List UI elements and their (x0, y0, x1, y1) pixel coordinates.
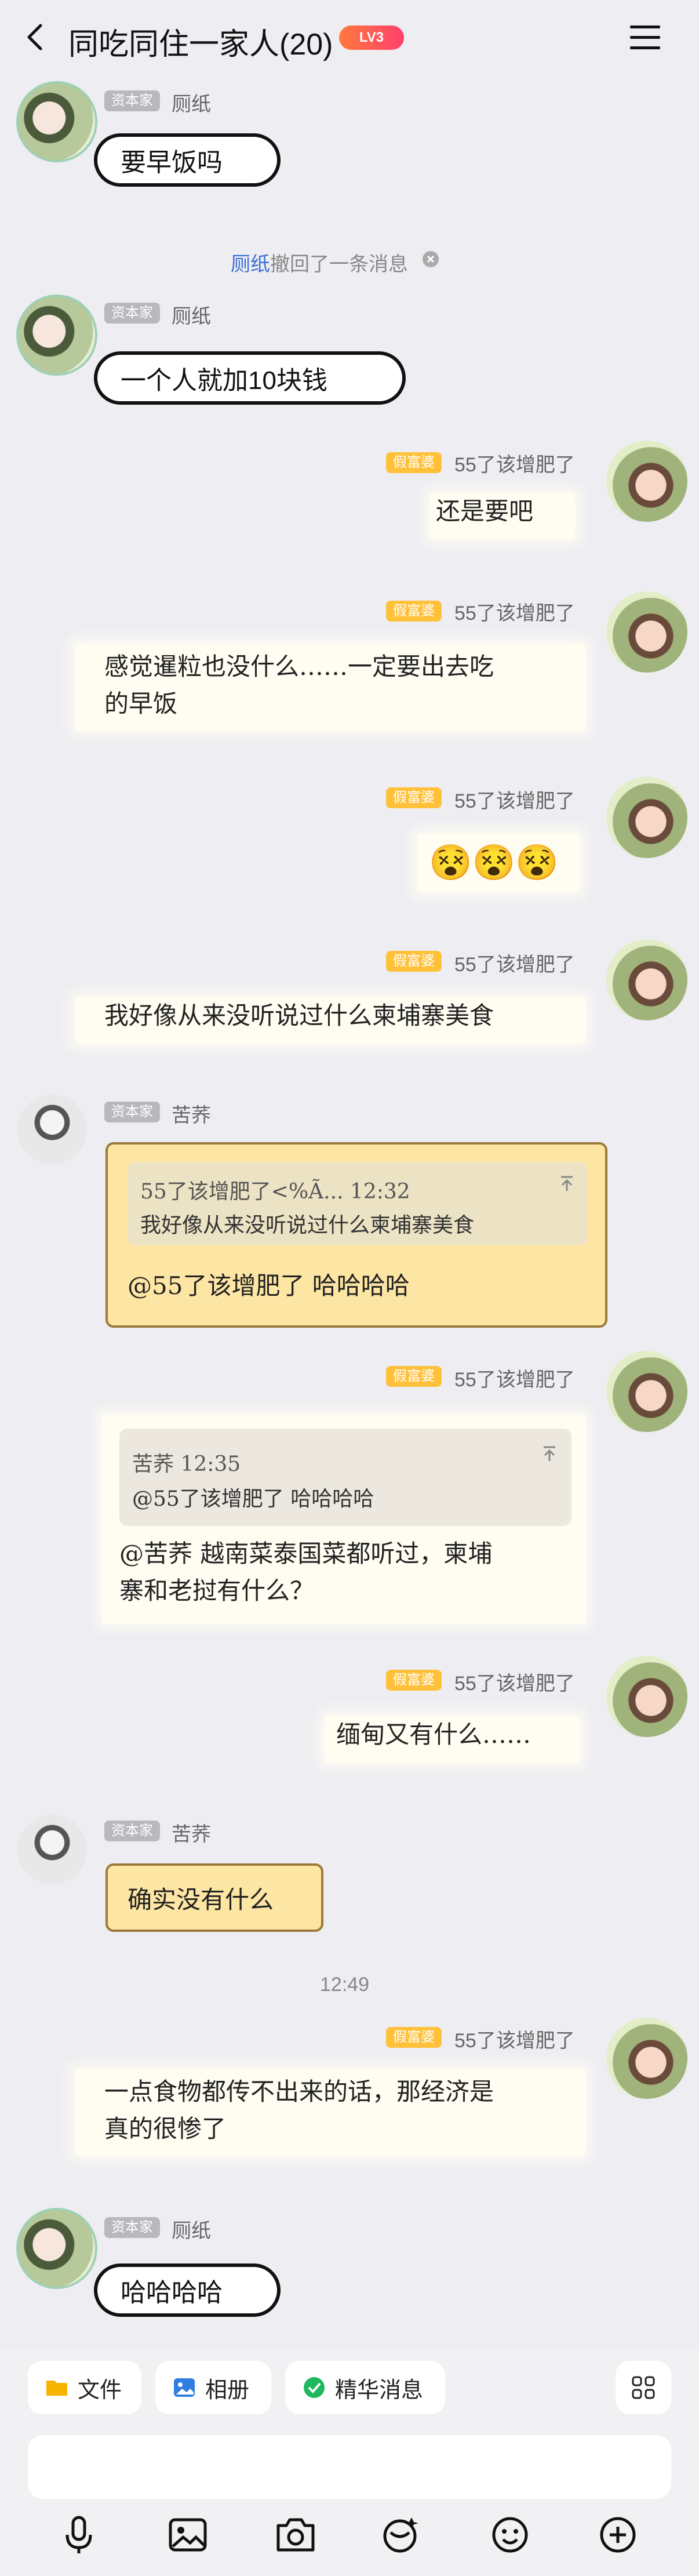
message-bubble[interactable]: 缅甸又有什么…… (325, 1716, 580, 1763)
sender-name: 55了该增肥了 (454, 954, 575, 976)
avatar[interactable] (16, 81, 97, 162)
sender-name: 厕纸 (172, 306, 211, 328)
message-text: 一点食物都传不出来的话，那经济是 (104, 2077, 494, 2106)
avatar[interactable] (606, 441, 687, 522)
message-bubble[interactable]: 😵😵😵 (417, 834, 580, 892)
plus-icon[interactable] (595, 2512, 641, 2558)
rank-badge: 资本家 (104, 1821, 160, 1841)
rank-badge: 资本家 (104, 2217, 160, 2238)
album-label: 相册 (205, 2378, 250, 2403)
essence-label: 精华消息 (335, 2378, 424, 2403)
message-bubble[interactable]: 要早饭吗 (94, 133, 281, 187)
time-separator: 12:49 (320, 1974, 370, 1996)
avatar[interactable] (16, 295, 97, 376)
reply-quote[interactable]: 55了该增肥了<%Ã... 12:32 我好像从来没听说过什么柬埔寨美食 (128, 1162, 588, 1245)
message-text: 确实没有什么 (128, 1885, 274, 1914)
recall-name[interactable]: 厕纸 (231, 253, 270, 275)
message-text: 还是要吧 (436, 497, 534, 525)
message-text: @苦荞 越南菜泰国菜都听过，柬埔 (119, 1539, 493, 1568)
grid-icon (632, 2376, 655, 2399)
group-title[interactable]: 同吃同住一家人(20) (68, 20, 333, 63)
message-bubble[interactable]: 苦荞 12:35 @55了该增肥了 哈哈哈哈 @苦荞 越南菜泰国菜都听过，柬埔 … (102, 1415, 585, 1623)
rank-badge: 资本家 (104, 1102, 160, 1122)
message-text: 寨和老挝有什么？ (119, 1576, 315, 1605)
image-icon (174, 2378, 195, 2397)
avatar[interactable] (606, 2018, 687, 2099)
message-text: 真的很惨了 (104, 2114, 227, 2143)
rank-badge: 假富婆 (386, 787, 442, 808)
group-level-badge: LV3 (339, 26, 404, 50)
sender-name: 厕纸 (172, 2220, 211, 2242)
file-label: 文件 (78, 2378, 122, 2403)
sender-name: 厕纸 (172, 93, 211, 115)
recall-notice: 厕纸撤回了一条消息 (231, 248, 408, 277)
picture-icon[interactable] (165, 2512, 211, 2558)
back-arrow-icon[interactable] (21, 21, 53, 53)
rank-badge: 假富婆 (386, 2027, 442, 2048)
avatar[interactable] (17, 1095, 87, 1164)
avatar[interactable] (17, 1815, 87, 1884)
recall-text: 撤回了一条消息 (270, 253, 408, 275)
reply-quote[interactable]: 苦荞 12:35 @55了该增肥了 哈哈哈哈 (119, 1429, 571, 1526)
more-apps-button[interactable] (616, 2361, 671, 2414)
menu-icon[interactable] (629, 23, 661, 52)
essence-icon (304, 2377, 325, 2398)
sender-name: 55了该增肥了 (454, 790, 575, 812)
jump-to-icon[interactable] (540, 1445, 559, 1463)
message-text: 的早饭 (104, 689, 178, 718)
sender-name: 苦荞 (172, 1823, 211, 1845)
quote-header: 苦荞 12:35 (132, 1452, 241, 1476)
folder-icon (46, 2381, 67, 2396)
message-text: 哈哈哈哈 (121, 2279, 223, 2307)
album-button[interactable]: 相册 (155, 2361, 271, 2414)
rank-badge: 假富婆 (386, 1670, 442, 1691)
message-text: 要早饭吗 (121, 148, 223, 177)
rank-badge: 资本家 (104, 90, 160, 111)
rank-badge: 假富婆 (386, 1366, 442, 1387)
file-button[interactable]: 文件 (28, 2361, 141, 2414)
close-icon[interactable] (422, 250, 439, 268)
message-text: 一个人就加10块钱 (121, 366, 327, 395)
sender-name: 55了该增肥了 (454, 1369, 575, 1391)
rank-badge: 假富婆 (386, 452, 442, 473)
avatar[interactable] (606, 1351, 687, 1432)
avatar[interactable] (606, 591, 687, 673)
message-bubble[interactable]: 55了该增肥了<%Ã... 12:32 我好像从来没听说过什么柬埔寨美食 @55… (105, 1142, 607, 1328)
message-text: 我好像从来没听说过什么柬埔寨美食 (104, 1001, 494, 1030)
essence-button[interactable]: 精华消息 (285, 2361, 445, 2414)
message-bubble[interactable]: 感觉暹粒也没什么……一定要出去吃 的早饭 (75, 644, 585, 731)
message-emoji: 😵😵😵 (429, 842, 559, 883)
avatar[interactable] (606, 939, 687, 1020)
message-text: 缅甸又有什么…… (336, 1720, 531, 1749)
sender-name: 55了该增肥了 (454, 602, 575, 624)
quote-header: 55了该增肥了<%Ã... 12:32 (140, 1180, 410, 1204)
microphone-icon[interactable] (56, 2512, 102, 2558)
message-bubble[interactable]: 我好像从来没听说过什么柬埔寨美食 (75, 997, 585, 1044)
rank-badge: 假富婆 (386, 601, 442, 622)
sender-name: 55了该增肥了 (454, 454, 575, 476)
rank-badge: 资本家 (104, 303, 160, 324)
message-bubble[interactable]: 一个人就加10块钱 (94, 351, 406, 405)
sender-name: 55了该增肥了 (454, 2030, 575, 2052)
sender-name: 苦荞 (172, 1104, 211, 1127)
jump-to-icon[interactable] (558, 1175, 576, 1193)
avatar[interactable] (16, 2208, 97, 2289)
message-bubble[interactable]: 还是要吧 (430, 493, 575, 539)
message-bubble[interactable]: 一点食物都传不出来的话，那经济是 真的很惨了 (75, 2069, 585, 2156)
message-text: @55了该增肥了 哈哈哈哈 (128, 1271, 410, 1300)
avatar[interactable] (606, 1656, 687, 1737)
emoji-icon[interactable] (487, 2512, 533, 2558)
quote-text: 我好像从来没听说过什么柬埔寨美食 (140, 1213, 475, 1237)
message-text: 感觉暹粒也没什么……一定要出去吃 (104, 652, 494, 681)
message-bubble[interactable]: 确实没有什么 (105, 1863, 323, 1932)
message-bubble[interactable]: 哈哈哈哈 (94, 2263, 281, 2317)
message-input[interactable] (28, 2435, 671, 2499)
sender-name: 55了该增肥了 (454, 1673, 575, 1695)
camera-icon[interactable] (272, 2512, 319, 2558)
rank-badge: 假富婆 (386, 951, 442, 972)
red-packet-icon[interactable] (378, 2512, 424, 2558)
avatar[interactable] (606, 777, 687, 858)
quote-text: @55了该增肥了 哈哈哈哈 (132, 1487, 374, 1511)
